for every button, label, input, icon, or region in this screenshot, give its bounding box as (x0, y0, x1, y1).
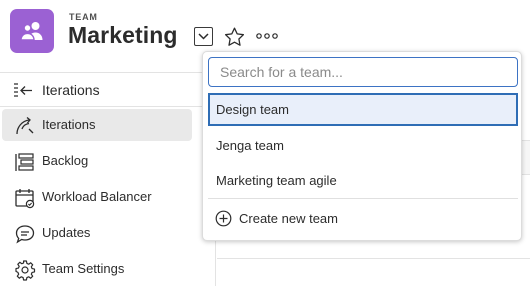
sidebar: Iterations Iterations Backlog Workload B… (0, 72, 216, 286)
speech-bubble-icon (14, 223, 36, 245)
collapse-panel-icon (13, 82, 33, 104)
sidebar-heading: Iterations (42, 82, 100, 98)
sidebar-item-label: Iterations (42, 117, 96, 132)
sidebar-item-label: Backlog (42, 153, 89, 168)
team-option-jenga-team[interactable]: Jenga team (208, 129, 518, 162)
star-icon (224, 27, 244, 46)
ellipsis-icon (256, 33, 278, 39)
team-page: TEAM Marketing Iterations Iterations Bac… (0, 0, 530, 286)
team-avatar (10, 9, 54, 53)
sidebar-item-backlog[interactable]: Backlog (2, 145, 192, 177)
more-options-button[interactable] (255, 28, 279, 44)
sidebar-item-label: Updates (42, 225, 91, 240)
divider (217, 258, 530, 259)
team-option-label: Jenga team (216, 138, 284, 153)
sidebar-item-label: Workload Balancer (42, 189, 152, 204)
calendar-check-icon (14, 187, 36, 209)
chevron-down-icon (198, 33, 209, 40)
team-picker-popover: Design team Jenga team Marketing team ag… (202, 51, 522, 241)
create-new-team-button[interactable]: Create new team (215, 207, 338, 229)
team-option-design-team[interactable]: Design team (208, 93, 518, 126)
team-people-icon (20, 22, 43, 41)
sidebar-header[interactable]: Iterations (0, 72, 216, 107)
sidebar-item-label: Team Settings (42, 261, 125, 276)
sidebar-item-workload-balancer[interactable]: Workload Balancer (2, 181, 192, 213)
team-option-label: Design team (216, 102, 289, 117)
team-title: Marketing (68, 22, 178, 48)
create-new-team-label: Create new team (239, 210, 338, 226)
sidebar-item-team-settings[interactable]: Team Settings (2, 253, 192, 285)
favorite-button[interactable] (223, 26, 245, 48)
sidebar-item-iterations[interactable]: Iterations (2, 109, 192, 141)
plus-circle-icon (215, 210, 232, 226)
gear-icon (14, 259, 36, 281)
iterations-icon (14, 115, 36, 137)
team-switcher-button[interactable] (194, 27, 213, 46)
team-kicker: TEAM (69, 12, 98, 22)
sidebar-item-updates[interactable]: Updates (2, 217, 192, 249)
team-option-marketing-team-agile[interactable]: Marketing team agile (208, 164, 518, 197)
team-option-label: Marketing team agile (216, 173, 337, 188)
popover-divider (208, 198, 518, 199)
backlog-icon (14, 151, 36, 173)
team-search-input[interactable] (208, 57, 518, 87)
